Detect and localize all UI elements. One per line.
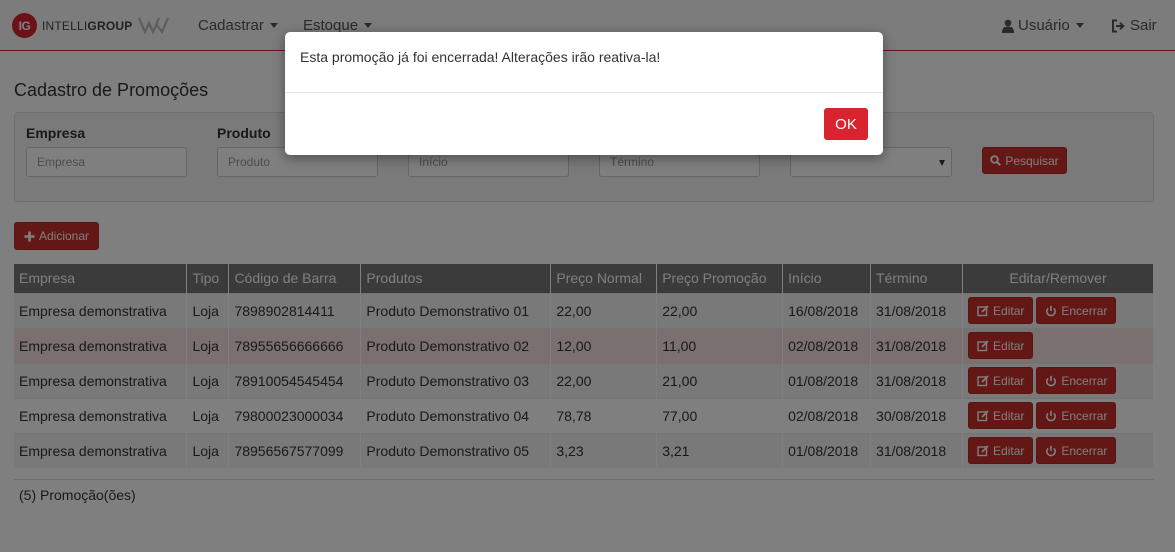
alert-message: Esta promoção já foi encerrada! Alteraçõ…: [300, 49, 661, 65]
divider: [285, 92, 883, 93]
ok-button[interactable]: OK: [824, 108, 868, 140]
alert-dialog: Esta promoção já foi encerrada! Alteraçõ…: [285, 32, 883, 155]
